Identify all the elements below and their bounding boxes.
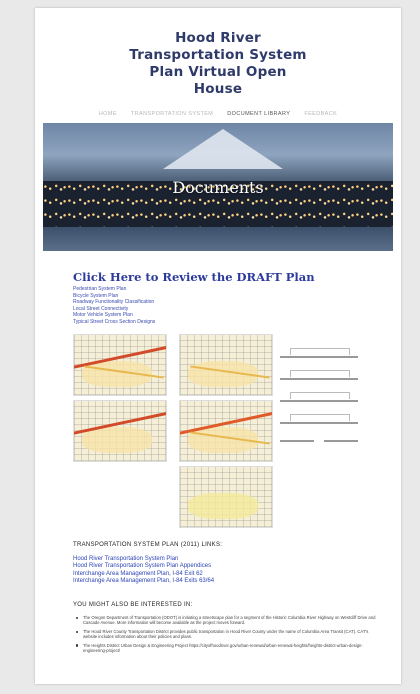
- title-line: Transportation System: [129, 47, 307, 63]
- nav-item-home[interactable]: Home: [99, 111, 117, 117]
- hero-heading: Documents: [172, 178, 264, 197]
- map-thumbnail[interactable]: [73, 334, 167, 396]
- interest-item: The Oregon Department of Transportation …: [76, 615, 383, 626]
- plan-link[interactable]: Pedestrian System Plan: [73, 286, 155, 293]
- cross-section-thumbnail[interactable]: [280, 340, 360, 450]
- title-line: Hood River: [175, 30, 261, 46]
- plan-link[interactable]: Local Street Connectivity: [73, 306, 155, 313]
- plan-link[interactable]: Typical Street Cross Section Designs: [73, 319, 155, 326]
- page-title: Hood River Transportation System Plan Vi…: [35, 30, 401, 98]
- interest-item[interactable]: The Heights District Urban Design & Engi…: [76, 643, 383, 654]
- plan-links-list: Pedestrian System Plan Bicycle System Pl…: [73, 286, 155, 326]
- nav-item-transportation-system[interactable]: Transportation System: [131, 111, 213, 117]
- tsp-link[interactable]: Hood River Transportation System Plan: [73, 556, 214, 563]
- plan-link[interactable]: Motor Vehicle System Plan: [73, 312, 155, 319]
- hero-banner: Documents: [43, 123, 393, 251]
- map-thumbnail[interactable]: [179, 334, 273, 396]
- interest-item: The Hood River County Transportation Dis…: [76, 629, 383, 640]
- tsp-link[interactable]: Hood River Transportation System Plan Ap…: [73, 563, 214, 570]
- plan-link[interactable]: Bicycle System Plan: [73, 293, 155, 300]
- draft-plan-link[interactable]: Click Here to Review the DRAFT Plan: [73, 270, 315, 284]
- mountain-graphic: [163, 129, 283, 169]
- interest-heading: YOU MIGHT ALSO BE INTERESTED IN:: [73, 602, 193, 608]
- tsp-links-heading: TRANSPORTATION SYSTEM PLAN (2011) LINKS:: [73, 542, 223, 548]
- map-thumbnail[interactable]: [73, 400, 167, 462]
- tsp-link[interactable]: Interchange Area Management Plan, I-84 E…: [73, 578, 214, 585]
- map-thumbnail[interactable]: [179, 400, 273, 462]
- tsp-links-list: Hood River Transportation System Plan Ho…: [73, 556, 214, 586]
- nav-item-feedback[interactable]: Feedback: [304, 111, 337, 117]
- plan-link[interactable]: Roadway Functionality Classification: [73, 299, 155, 306]
- interest-list: The Oregon Department of Transportation …: [76, 615, 383, 656]
- title-line: Plan Virtual Open: [149, 64, 287, 80]
- nav-item-document-library[interactable]: Document Library: [227, 111, 290, 117]
- tsp-link[interactable]: Interchange Area Management Plan, I-84 E…: [73, 571, 214, 578]
- river-graphic: [43, 227, 393, 251]
- title-line: House: [193, 81, 243, 97]
- map-thumbnail[interactable]: [179, 466, 273, 528]
- main-nav: Home Transportation System Document Libr…: [35, 111, 401, 117]
- page-container: Hood River Transportation System Plan Vi…: [35, 8, 401, 684]
